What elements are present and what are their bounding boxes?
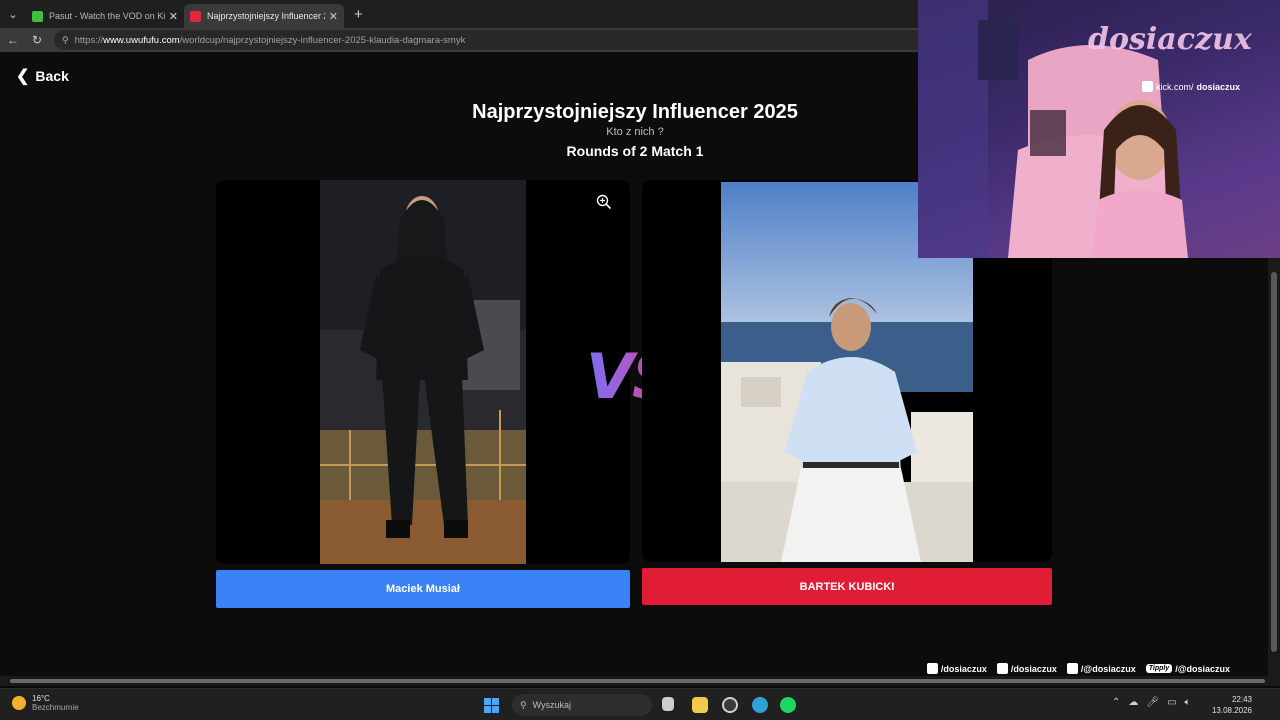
moon-weather-icon: [12, 696, 26, 710]
new-tab-plus-icon[interactable]: +: [354, 6, 363, 23]
left-candidate-card[interactable]: [216, 180, 630, 564]
kick-link-user: dosiaczux: [1196, 81, 1241, 92]
taskbar-search[interactable]: ⚲ Wyszukaj: [512, 694, 652, 716]
obs-icon[interactable]: [722, 697, 738, 713]
social-tipply: Tipply /@dosiaczux: [1145, 663, 1230, 674]
site-info-icon[interactable]: ⚲: [62, 35, 69, 46]
stream-socials-overlay: /dosiaczux /dosiaczux /@dosiaczux Tipply…: [926, 663, 1230, 674]
instagram-icon: [926, 663, 938, 674]
temperature: 16°C: [32, 694, 50, 703]
scrollbar-thumb[interactable]: [1271, 272, 1277, 652]
cloud-icon[interactable]: ☁: [1128, 697, 1138, 708]
weather-condition: Bezchmurnie: [32, 703, 79, 712]
clock-time: 22:43: [1231, 695, 1252, 704]
url-scheme: https://: [74, 34, 104, 46]
spotify-icon[interactable]: [780, 697, 796, 713]
left-candidate-photo[interactable]: [320, 180, 526, 564]
kick-favicon-icon: [32, 10, 43, 22]
kick-channel-link: kick.com/dosiaczux: [1142, 81, 1240, 92]
webcam-overlay: dosiaczux kick.com/dosiaczux: [918, 0, 1280, 258]
social-handle: /@dosiaczux: [1175, 663, 1230, 674]
horizontal-scrollbar[interactable]: [0, 676, 1280, 686]
tab-title: Pasut - Watch the VOD on Kick: [49, 11, 165, 21]
social-handle: /dosiaczux: [1010, 663, 1057, 674]
windows-taskbar: 16°C Bezchmurnie ⚲ Wyszukaj ⌃ ☁ 🎤︎ ▭ 🔈︎ …: [0, 688, 1280, 720]
chevron-left-icon: ❮: [16, 68, 30, 85]
tiktok-icon: [996, 663, 1008, 674]
tab-list-chevron-icon[interactable]: ⌄: [0, 0, 26, 28]
social-handle: /@dosiaczux: [1080, 663, 1136, 674]
choose-right-button[interactable]: BARTEK KUBICKI: [642, 568, 1052, 605]
network-icon[interactable]: ▭: [1167, 697, 1176, 708]
back-link[interactable]: ❮ Back: [16, 66, 69, 86]
url-host: www.uwufufu.com: [103, 34, 180, 46]
social-handle: /dosiaczux: [940, 663, 987, 674]
social-youtube: /@dosiaczux: [1066, 663, 1136, 674]
social-tiktok: /dosiaczux: [996, 663, 1057, 674]
system-tray[interactable]: ⌃ ☁ 🎤︎ ▭ 🔈︎: [1112, 697, 1191, 708]
tipply-icon: Tipply: [1145, 664, 1173, 673]
microphone-icon[interactable]: 🎤︎: [1146, 697, 1159, 708]
url-field[interactable]: ⚲ https://www.uwufufu.com/worldcup/najpr…: [54, 30, 954, 50]
choose-left-button[interactable]: Maciek Musiał: [216, 570, 630, 608]
search-icon: ⚲: [520, 699, 527, 710]
taskbar-clock[interactable]: 22:43 13.08.2026: [1212, 694, 1252, 716]
social-instagram: /dosiaczux: [926, 663, 987, 674]
clock-date: 13.08.2026: [1211, 706, 1252, 715]
edge-icon[interactable]: [752, 697, 768, 713]
scrollbar-thumb[interactable]: [10, 679, 1265, 683]
file-explorer-icon[interactable]: [692, 697, 708, 713]
url-path: /worldcup/najprzystojniejszy-influencer-…: [179, 34, 466, 46]
youtube-icon: [1066, 663, 1078, 674]
close-tab-icon[interactable]: ✕: [169, 10, 178, 23]
kick-link-prefix: kick.com/: [1156, 81, 1194, 92]
close-tab-icon[interactable]: ✕: [329, 10, 338, 23]
tab-uwufufu[interactable]: Najprzystojniejszy Influencer 2025 ✕: [184, 4, 344, 28]
windows-start-icon[interactable]: [484, 698, 499, 713]
streamer-logo: dosiaczux: [1088, 22, 1252, 57]
weather-widget[interactable]: 16°C Bezchmurnie: [12, 694, 79, 712]
tab-kick-vod[interactable]: Pasut - Watch the VOD on Kick ✕: [26, 4, 184, 28]
tab-title: Najprzystojniejszy Influencer 2025: [207, 11, 325, 21]
reload-icon[interactable]: ↻: [26, 33, 48, 47]
zoom-in-icon[interactable]: [596, 194, 612, 210]
task-view-icon[interactable]: [662, 697, 674, 711]
back-arrow-icon[interactable]: ←: [2, 33, 24, 47]
uwufufu-favicon-icon: [190, 10, 201, 22]
speaker-icon[interactable]: 🔈︎: [1185, 697, 1191, 708]
kick-icon: [1142, 81, 1153, 92]
search-placeholder: Wyszukaj: [532, 700, 572, 710]
back-label: Back: [35, 68, 69, 84]
chevron-up-icon[interactable]: ⌃: [1112, 697, 1120, 708]
